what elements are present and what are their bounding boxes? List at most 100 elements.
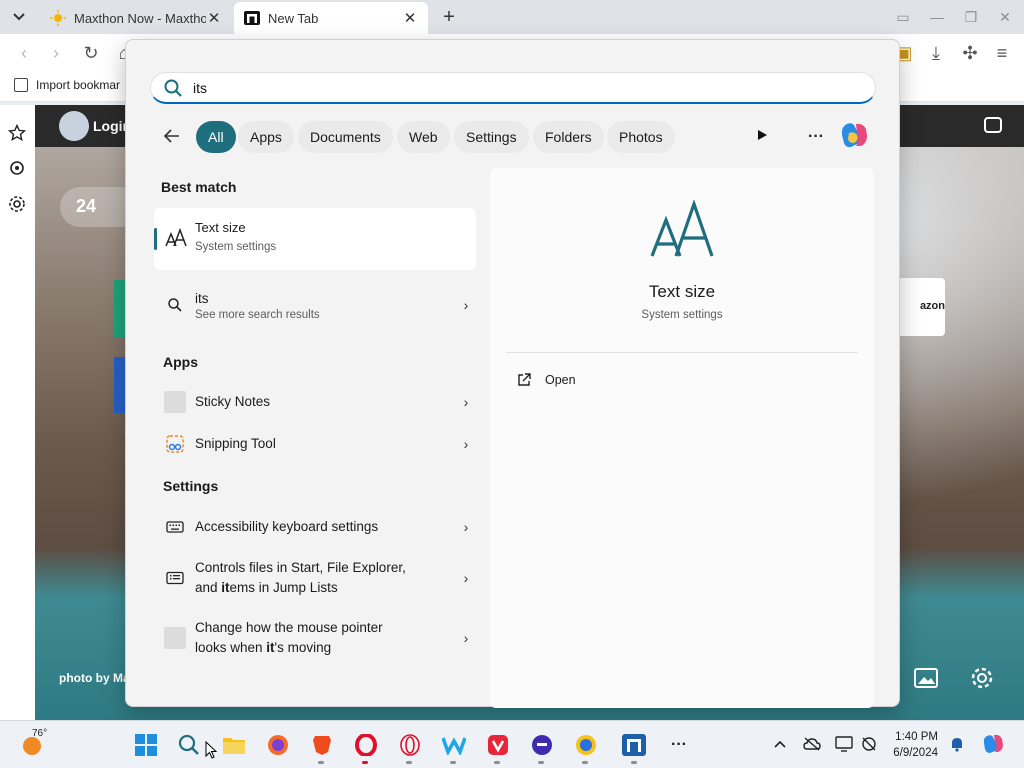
filter-settings[interactable]: Settings <box>454 121 529 153</box>
best-match-result[interactable]: Text size System settings <box>154 208 476 270</box>
start-button-icon[interactable] <box>134 733 158 757</box>
web-search-result[interactable]: its See more search results › <box>164 289 484 321</box>
setting-result-controls-files[interactable]: Controls files in Start, File Explorer, … <box>164 558 484 598</box>
brave-icon[interactable] <box>310 733 334 757</box>
best-match-subtitle: System settings <box>195 241 277 253</box>
settings-gear-icon[interactable] <box>7 194 27 214</box>
running-indicator <box>450 761 456 764</box>
browser-sidebar <box>0 105 35 720</box>
tab-list-dropdown-icon[interactable] <box>8 7 30 27</box>
search-input[interactable] <box>193 79 793 96</box>
filter-apps[interactable]: Apps <box>238 121 294 153</box>
setting-title-line1: Change how the mouse pointer <box>195 620 383 635</box>
app-result-sticky-notes[interactable]: Sticky Notes › <box>164 391 484 413</box>
tab-label: New Tab <box>268 10 319 26</box>
extensions-icon[interactable]: ✣ <box>958 41 982 65</box>
wallpaper-icon[interactable] <box>913 665 939 691</box>
search-box[interactable] <box>150 72 876 104</box>
file-explorer-icon[interactable] <box>222 733 246 757</box>
setting-result-accessibility-keyboard[interactable]: Accessibility keyboard settings › <box>164 516 484 538</box>
search-icon <box>163 78 183 98</box>
filter-photos[interactable]: Photos <box>607 121 675 153</box>
setting-title-line2: and items in Jump Lists <box>195 580 338 595</box>
setting-result-mouse-pointer[interactable]: Change how the mouse pointer looks when … <box>164 618 484 658</box>
notification-bell-icon[interactable] <box>948 735 966 753</box>
text-size-icon <box>164 226 188 250</box>
close-tab-icon[interactable]: ✕ <box>402 9 418 27</box>
restore-icon[interactable]: ❐ <box>960 6 982 28</box>
web-result-subtitle: See more search results <box>195 309 320 321</box>
onedrive-icon[interactable] <box>803 735 821 753</box>
system-clock[interactable]: 1:40 PM 6/9/2024 <box>893 729 938 761</box>
sun-icon <box>50 10 66 26</box>
opera-gx-icon[interactable] <box>398 733 422 757</box>
avatar <box>59 111 89 141</box>
opera-icon[interactable] <box>354 733 378 757</box>
amazon-shortcut[interactable]: azon <box>897 278 945 336</box>
search-filter-bar: All Apps Documents Web Settings Folders … <box>150 121 880 153</box>
filter-web[interactable]: Web <box>397 121 450 153</box>
download-icon[interactable]: ⤓ <box>924 41 948 65</box>
firefox-icon[interactable] <box>266 733 290 757</box>
chevron-right-icon: › <box>463 570 469 586</box>
text-size-large-icon <box>648 199 716 258</box>
start-search-flyout: All Apps Documents Web Settings Folders … <box>125 39 900 708</box>
result-preview-pane: Text size System settings Open <box>490 168 874 708</box>
tab-new-tab[interactable]: New Tab ✕ <box>234 2 428 34</box>
weather-temp: 24 <box>76 196 97 216</box>
maxthon-taskbar-icon[interactable] <box>622 733 646 757</box>
more-apps-icon[interactable]: ··· <box>667 733 691 757</box>
new-tab-button[interactable]: + <box>438 6 460 28</box>
search-icon <box>164 294 186 316</box>
running-indicator <box>538 761 544 764</box>
open-action[interactable]: Open <box>516 372 576 388</box>
chat-icon[interactable] <box>984 117 1002 133</box>
back-arrow-icon[interactable] <box>162 126 184 148</box>
close-window-icon[interactable]: ✕ <box>994 6 1016 28</box>
selection-indicator <box>154 228 157 250</box>
chevron-up-icon[interactable] <box>771 735 789 753</box>
vivaldi-icon[interactable] <box>486 733 510 757</box>
search-icon[interactable] <box>177 733 201 757</box>
play-icon[interactable] <box>746 121 778 153</box>
preview-title: Text size <box>648 282 716 301</box>
app-result-snipping-tool[interactable]: Snipping Tool › <box>164 433 484 455</box>
sidebar-toggle-icon[interactable]: ▭ <box>892 6 914 28</box>
chevron-right-icon: › <box>463 630 469 646</box>
thorium-icon[interactable] <box>574 733 598 757</box>
copilot-icon[interactable] <box>838 121 870 153</box>
photo-credit[interactable]: photo by Ma <box>59 671 130 685</box>
divider <box>506 352 858 353</box>
chevron-right-icon: › <box>463 394 469 410</box>
login-button[interactable]: Login <box>59 111 131 141</box>
forward-icon[interactable]: › <box>44 41 68 65</box>
best-match-title: Text size <box>195 220 246 235</box>
page-settings-icon[interactable] <box>969 665 995 691</box>
network-icon[interactable] <box>860 735 878 753</box>
filter-all[interactable]: All <box>196 121 236 153</box>
preview-subtitle: System settings <box>641 309 723 321</box>
favorites-star-icon[interactable] <box>7 123 27 143</box>
clock-time: 1:40 PM <box>895 731 938 743</box>
apps-icon[interactable] <box>7 158 27 178</box>
import-icon <box>14 78 28 92</box>
mouse-cursor-icon <box>205 740 218 759</box>
setting-title: Accessibility keyboard settings <box>195 519 379 534</box>
filter-documents[interactable]: Documents <box>298 121 393 153</box>
copilot-icon[interactable] <box>982 733 1004 755</box>
wavebox-icon[interactable] <box>442 733 466 757</box>
floorp-icon[interactable] <box>530 733 554 757</box>
more-options-button[interactable]: ··· <box>800 121 832 153</box>
tab-maxthon-now[interactable]: Maxthon Now - Maxtho ✕ <box>40 2 232 34</box>
minimize-icon[interactable]: — <box>926 6 948 28</box>
reload-icon[interactable]: ↻ <box>79 41 103 65</box>
menu-icon[interactable]: ≡ <box>990 41 1014 65</box>
app-title: Sticky Notes <box>195 394 271 409</box>
close-tab-icon[interactable]: ✕ <box>206 9 222 27</box>
chevron-right-icon: › <box>463 519 469 535</box>
back-icon[interactable]: ‹ <box>12 41 36 65</box>
import-bookmarks-link[interactable]: Import bookmar <box>14 78 120 92</box>
tab-label: Maxthon Now - Maxtho <box>74 10 206 26</box>
filter-folders[interactable]: Folders <box>533 121 604 153</box>
display-icon[interactable] <box>835 735 853 753</box>
